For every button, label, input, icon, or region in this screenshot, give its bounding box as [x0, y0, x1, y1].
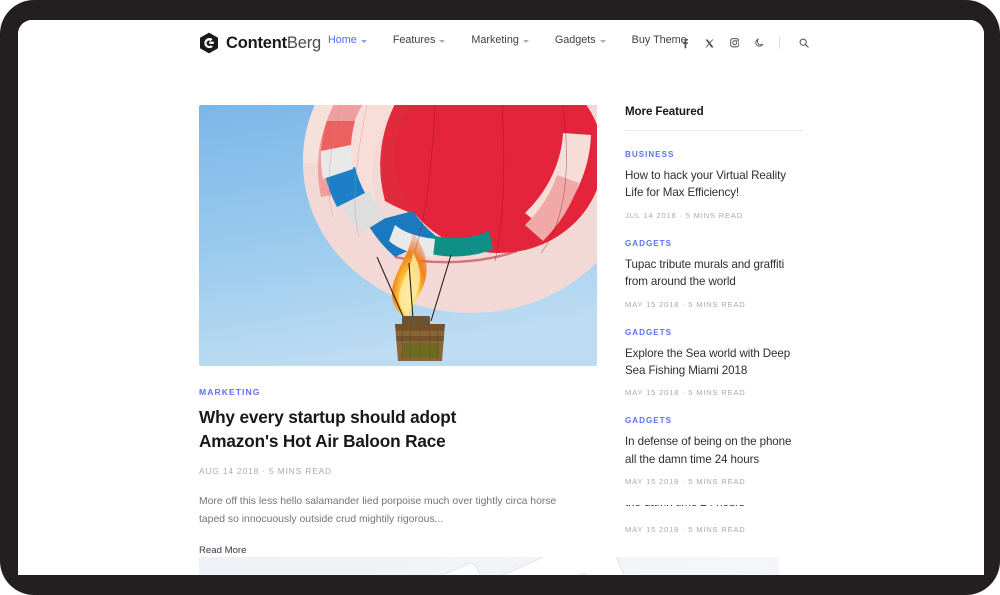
nav-item-gadgets-label: Gadgets — [554, 34, 596, 46]
sidebar-post-4-meta: MAY 15 2018 · 5 MINS READ — [625, 477, 746, 487]
sidebar-post-4-title[interactable]: In defense of being on the phone all the… — [625, 433, 803, 468]
nav-item-marketing-label: Marketing — [471, 34, 519, 46]
nav-item-features-label: Features — [392, 34, 436, 46]
nav-item-home[interactable]: Home — [328, 34, 384, 46]
featured-article-title[interactable]: Why every startup should adopt Amazon's … — [199, 406, 529, 453]
x-twitter-icon[interactable] — [701, 35, 718, 51]
chevron-down-icon — [360, 39, 367, 43]
sidebar-post-1-title[interactable]: How to hack your Virtual Reality Life fo… — [625, 167, 803, 202]
dark-mode-moon-icon[interactable] — [751, 35, 768, 51]
sidebar-post-2-meta: MAY 15 2018 · 5 MINS READ — [625, 299, 746, 309]
search-icon[interactable] — [795, 35, 812, 51]
device-frame: ContentBerg Home Features Marketing Gadg… — [0, 0, 1000, 595]
sidebar-post-2-title[interactable]: Tupac tribute murals and graffiti from a… — [625, 256, 803, 291]
more-featured-sidebar: More Featured BUSINESS How to hack your … — [625, 105, 803, 575]
sidebar-post-3: GADGETS Explore the Sea world with Deep … — [625, 328, 803, 398]
nav-item-marketing[interactable]: Marketing — [471, 34, 545, 46]
sidebar-post-1-meta: JUL 14 2018 · 5 MINS READ — [625, 210, 744, 220]
sidebar-post-clipped-meta: MAY 15 2018 · 5 MINS READ — [625, 525, 746, 535]
primary-navigation: Home Features Marketing Gadgets Buy Them… — [328, 34, 687, 46]
featured-article: MARKETING Why every startup should adopt… — [199, 105, 597, 561]
sidebar-post-3-meta: MAY 15 2018 · 5 MINS READ — [625, 388, 746, 398]
sidebar-post-clipped-title-clip: the damn time 24 hours — [625, 505, 803, 516]
sidebar-post-1: BUSINESS How to hack your Virtual Realit… — [625, 150, 803, 220]
instagram-icon[interactable] — [726, 35, 743, 51]
browser-viewport: ContentBerg Home Features Marketing Gadg… — [18, 20, 984, 575]
featured-article-excerpt: More off this less hello salamander lied… — [199, 496, 557, 526]
sidebar-post-2-category[interactable]: GADGETS — [625, 239, 803, 248]
featured-article-category[interactable]: MARKETING — [199, 387, 597, 397]
nav-item-features[interactable]: Features — [393, 34, 463, 46]
sidebar-post-2: GADGETS Tupac tribute murals and graffit… — [625, 239, 803, 309]
sidebar-title: More Featured — [625, 105, 704, 118]
nav-item-gadgets[interactable]: Gadgets — [555, 34, 623, 46]
sidebar-divider — [625, 130, 803, 131]
logo-bold-part: Content — [226, 33, 287, 52]
site-header: ContentBerg Home Features Marketing Gadg… — [18, 20, 984, 73]
header-divider — [779, 37, 780, 49]
chevron-down-icon — [439, 39, 446, 43]
nav-item-home-label: Home — [328, 34, 357, 46]
featured-article-meta: AUG 14 2018 · 5 MINS READ — [199, 466, 332, 477]
sidebar-post-4: GADGETS In defense of being on the phone… — [625, 416, 803, 486]
logo-light-part: Berg — [286, 33, 321, 52]
sidebar-post-3-title[interactable]: Explore the Sea world with Deep Sea Fish… — [625, 345, 803, 380]
site-logo-text: ContentBerg — [226, 34, 321, 53]
chevron-down-icon — [599, 39, 606, 43]
hexagon-c-logo-icon — [199, 32, 219, 54]
sidebar-post-clipped-title[interactable]: the damn time 24 hours — [625, 505, 803, 511]
featured-article-image[interactable] — [199, 105, 597, 366]
facebook-icon[interactable] — [676, 35, 693, 51]
content-area: MARKETING Why every startup should adopt… — [18, 73, 984, 575]
header-actions — [676, 35, 812, 51]
sidebar-post-3-category[interactable]: GADGETS — [625, 328, 803, 337]
chevron-down-icon — [522, 39, 529, 43]
sidebar-post-clipped: the damn time 24 hours MAY 15 2018 · 5 M… — [625, 505, 803, 534]
sidebar-post-4-category[interactable]: GADGETS — [625, 416, 803, 425]
site-logo[interactable]: ContentBerg — [199, 32, 321, 54]
sidebar-post-1-category[interactable]: BUSINESS — [625, 150, 803, 159]
